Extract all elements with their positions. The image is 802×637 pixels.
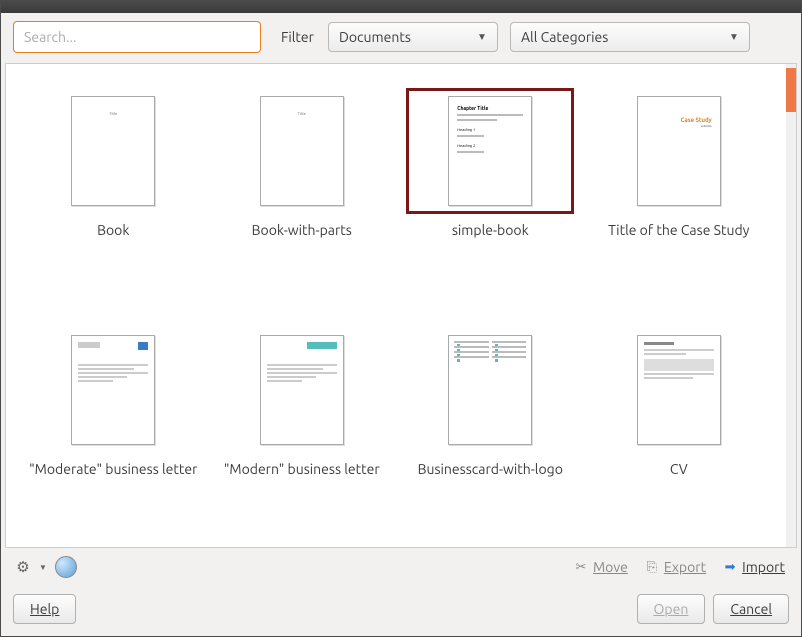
template-label: simple-book <box>452 222 529 240</box>
template-thumbnail <box>29 327 197 453</box>
filter-category-dropdown[interactable]: All Categories ▼ <box>510 22 750 52</box>
template-chooser-dialog: Filter Documents ▼ All Categories ▼ Titl… <box>0 0 802 637</box>
template-label: Businesscard-with-logo <box>418 461 563 479</box>
cancel-button[interactable]: Cancel <box>713 594 789 624</box>
template-item-businesscard[interactable]: Businesscard-with-logo <box>401 327 580 538</box>
template-item-book-with-parts[interactable]: Title Book-with-parts <box>213 88 392 299</box>
template-thumbnail <box>406 327 574 453</box>
template-thumbnail: Chapter TitleHeading 1Heading 2 <box>406 88 574 214</box>
gear-icon[interactable]: ⚙ <box>13 557 33 577</box>
export-action: ⎘ Export <box>640 557 710 577</box>
move-icon: ✂ <box>573 559 589 575</box>
filter-label: Filter <box>281 29 314 45</box>
template-item-case-study[interactable]: Case Studysubtitle Title of the Case Stud… <box>590 88 769 299</box>
chevron-down-icon[interactable]: ▼ <box>39 563 47 572</box>
template-item-cv[interactable]: CV <box>590 327 769 538</box>
template-item-book[interactable]: Title Book <box>24 88 203 299</box>
filter-type-value: Documents <box>339 29 411 45</box>
template-thumbnail: Title <box>218 88 386 214</box>
chevron-down-icon: ▼ <box>477 31 487 43</box>
help-button[interactable]: Help <box>13 594 76 624</box>
template-label: Book <box>97 222 129 240</box>
template-item-moderate-letter[interactable]: "Moderate" business letter <box>24 327 203 538</box>
globe-icon[interactable] <box>55 556 77 578</box>
template-label: "Modern" business letter <box>224 461 380 479</box>
import-label: Import <box>742 559 785 575</box>
import-action[interactable]: ➡ Import <box>718 557 789 577</box>
scrollbar[interactable] <box>786 64 796 547</box>
template-grid: Title Book Title Book-with-parts Chapter Tit… <box>6 64 786 547</box>
template-thumbnail: Title <box>29 88 197 214</box>
filter-type-dropdown[interactable]: Documents ▼ <box>328 22 498 52</box>
footer-actions: ⚙ ▼ ✂ Move ⎘ Export ➡ Import <box>1 548 801 586</box>
export-label: Export <box>664 559 706 575</box>
titlebar[interactable] <box>1 1 801 13</box>
template-thumbnail <box>218 327 386 453</box>
scrollbar-thumb[interactable] <box>786 68 796 112</box>
move-action: ✂ Move <box>569 557 632 577</box>
template-label: CV <box>670 461 688 479</box>
template-thumbnail: Case Studysubtitle <box>595 88 763 214</box>
chevron-down-icon: ▼ <box>729 31 739 43</box>
filter-category-value: All Categories <box>521 29 608 45</box>
template-grid-container: Title Book Title Book-with-parts Chapter Tit… <box>5 63 797 548</box>
search-input[interactable] <box>13 21 261 53</box>
footer-buttons: Help Open Cancel <box>1 586 801 636</box>
template-item-modern-letter[interactable]: "Modern" business letter <box>213 327 392 538</box>
template-label: "Moderate" business letter <box>29 461 197 479</box>
toolbar: Filter Documents ▼ All Categories ▼ <box>1 13 801 63</box>
template-label: Title of the Case Study <box>608 222 749 240</box>
template-thumbnail <box>595 327 763 453</box>
import-icon: ➡ <box>722 559 738 575</box>
template-item-simple-book[interactable]: Chapter TitleHeading 1Heading 2 simple-bo… <box>401 88 580 299</box>
open-button[interactable]: Open <box>637 594 706 624</box>
template-label: Book-with-parts <box>252 222 352 240</box>
move-label: Move <box>593 559 628 575</box>
export-icon: ⎘ <box>644 559 660 575</box>
